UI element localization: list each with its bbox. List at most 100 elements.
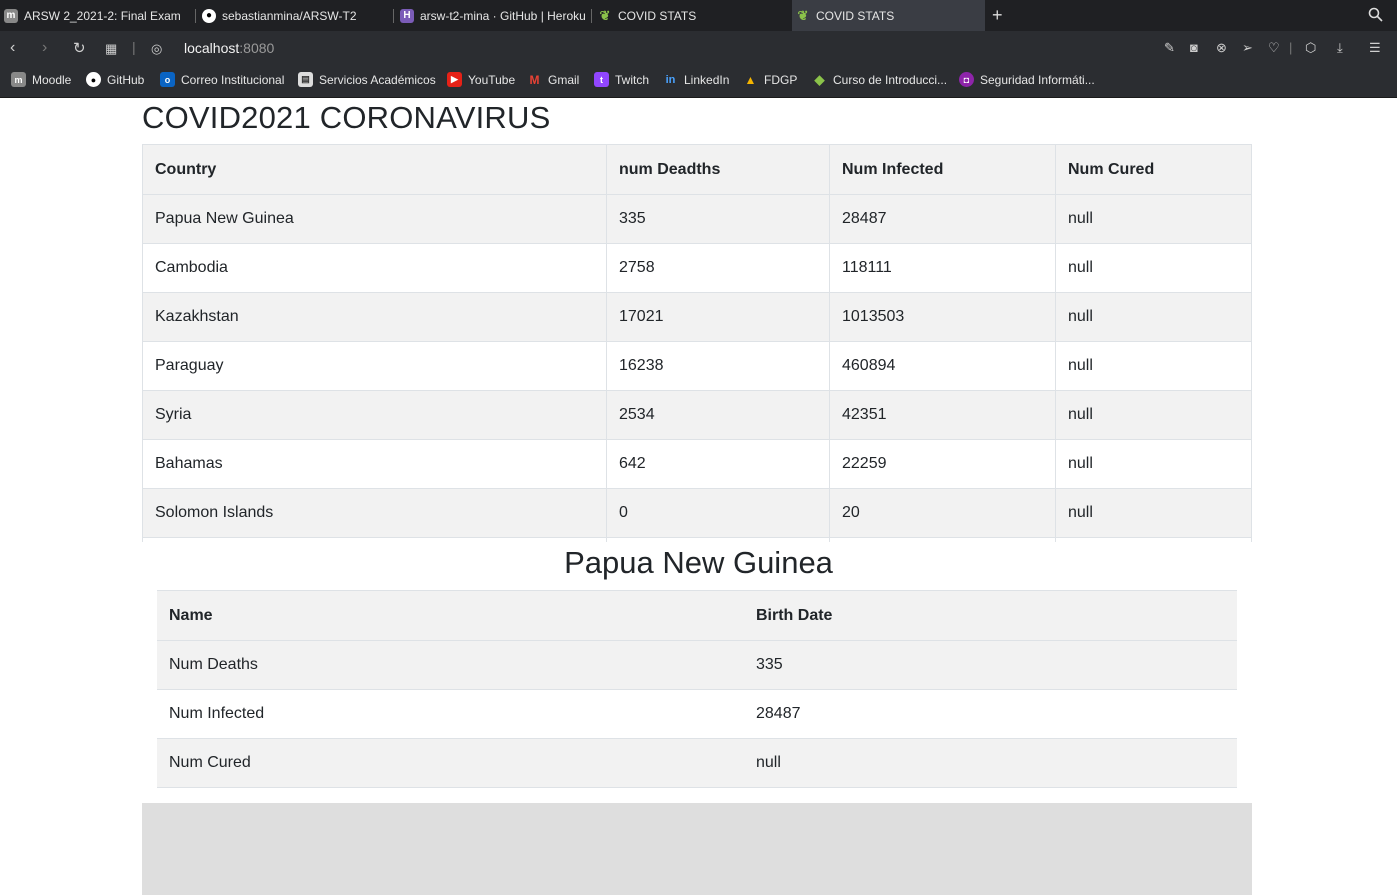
bookmark-gmail[interactable]: M Gmail: [527, 72, 580, 87]
table-row[interactable]: Solomon Islands 0 20 null: [142, 488, 1252, 538]
edit-icon[interactable]: ✎: [1164, 40, 1175, 56]
table-row[interactable]: [142, 537, 1252, 542]
bookmark-label: Gmail: [548, 72, 580, 87]
bookmark-fdgp[interactable]: ▲ FDGP: [743, 72, 798, 87]
table-row: Num Infected 28487: [157, 689, 1237, 739]
twitch-icon: t: [594, 72, 609, 87]
cell-deaths: 642: [606, 439, 830, 489]
cell-infected: 460894: [829, 341, 1056, 391]
address-bar[interactable]: localhost:8080: [184, 40, 274, 56]
cell-infected: 1013503: [829, 292, 1056, 342]
page-content: COVID2021 CORONAVIRUS Country num Deadth…: [0, 98, 1397, 895]
cell-cured: null: [1055, 439, 1252, 489]
bookmark-youtube[interactable]: ▶ YouTube: [447, 72, 515, 87]
column-header: Name: [157, 590, 744, 641]
new-tab-icon[interactable]: +: [992, 5, 1003, 26]
cell-country: Cambodia: [142, 243, 607, 293]
cell-country: Paraguay: [142, 341, 607, 391]
bookmark-moodle[interactable]: m Moodle: [11, 72, 71, 87]
spring-leaf-icon: ❦: [599, 7, 611, 23]
tab-heroku[interactable]: H arsw-t2-mina · GitHub | Heroku: [396, 0, 592, 31]
cell-value: 335: [744, 640, 1237, 690]
download-icon[interactable]: ⤓: [1337, 40, 1343, 56]
bookmark-label: Seguridad Informáti...: [980, 72, 1095, 87]
detail-table: Name Birth Date Num Deaths 335 Num Infec…: [157, 590, 1237, 788]
tab-label: sebastianmina/ARSW-T2: [222, 8, 357, 23]
heart-icon[interactable]: ♡: [1268, 40, 1280, 56]
shield-icon: ◘: [959, 72, 974, 87]
cell-infected: 118111: [829, 243, 1056, 293]
cube-icon[interactable]: ⬡: [1305, 40, 1316, 56]
cell-deaths: 0: [606, 488, 830, 538]
cell-cured: null: [1055, 243, 1252, 293]
cell-value: 28487: [744, 689, 1237, 739]
tab-covid-stats[interactable]: ❦ COVID STATS: [594, 0, 790, 31]
tab-final-exam[interactable]: m ARSW 2_2021-2: Final Exam: [0, 0, 196, 31]
cell-deaths: 17021: [606, 292, 830, 342]
tab-label: ARSW 2_2021-2: Final Exam: [24, 8, 181, 23]
cell-country: Kazakhstan: [142, 292, 607, 342]
bookmark-label: LinkedIn: [684, 72, 730, 87]
cell-country: Bahamas: [142, 439, 607, 489]
browser-chrome: m ARSW 2_2021-2: Final Exam ● sebastianm…: [0, 0, 1397, 98]
cell-deaths: 2534: [606, 390, 830, 440]
table-header-row: Country num Deadths Num Infected Num Cur…: [142, 144, 1252, 195]
youtube-icon: ▶: [447, 72, 462, 87]
table-row[interactable]: Bahamas 642 22259 null: [142, 439, 1252, 489]
diamond-icon: ◆: [814, 71, 825, 87]
bookmark-label: Curso de Introducci...: [833, 72, 948, 87]
bookmark-github[interactable]: ● GitHub: [86, 72, 144, 87]
moodle-icon: m: [11, 72, 26, 87]
moodle-icon: m: [4, 8, 18, 23]
cell-cured: null: [1055, 488, 1252, 538]
column-header: Num Infected: [829, 144, 1056, 195]
table-row[interactable]: Syria 2534 42351 null: [142, 390, 1252, 440]
cell-deaths: 335: [606, 194, 830, 244]
column-header: Birth Date: [744, 590, 1237, 641]
document-icon: ▤: [298, 72, 313, 87]
bookmark-linkedin[interactable]: in LinkedIn: [663, 72, 730, 87]
table-cell-empty: [142, 537, 607, 542]
globe-icon: ◎: [151, 41, 163, 56]
tiles-icon[interactable]: ▦: [105, 41, 117, 57]
table-cell-empty: [606, 537, 830, 542]
menu-icon[interactable]: ☰: [1369, 40, 1381, 56]
bookmark-twitch[interactable]: t Twitch: [594, 72, 649, 87]
table-row[interactable]: Papua New Guinea 335 28487 null: [142, 194, 1252, 244]
cell-deaths: 16238: [606, 341, 830, 391]
countries-table-scroll[interactable]: Country num Deadths Num Infected Num Cur…: [142, 144, 1252, 542]
github-icon: ●: [202, 8, 216, 23]
table-row[interactable]: Paraguay 16238 460894 null: [142, 341, 1252, 391]
block-icon[interactable]: ⊗: [1216, 40, 1227, 56]
bookmark-correo[interactable]: o Correo Institucional: [160, 72, 284, 87]
detail-table-container: Name Birth Date Num Deaths 335 Num Infec…: [157, 590, 1237, 788]
cell-value: null: [744, 738, 1237, 788]
tab-bar: m ARSW 2_2021-2: Final Exam ● sebastianm…: [0, 0, 1397, 31]
tab-github[interactable]: ● sebastianmina/ARSW-T2: [198, 0, 394, 31]
bookmark-label: Correo Institucional: [181, 72, 285, 87]
map-placeholder: [142, 803, 1252, 895]
back-icon[interactable]: ‹: [10, 39, 15, 57]
forward-icon[interactable]: ›: [42, 39, 47, 57]
page-title: COVID2021 CORONAVIRUS: [142, 100, 551, 135]
bookmark-label: Twitch: [615, 72, 650, 87]
bookmark-label: YouTube: [468, 72, 516, 87]
cell-country: Papua New Guinea: [142, 194, 607, 244]
tab-covid-stats-active[interactable]: ❦ COVID STATS: [792, 0, 985, 31]
reload-icon[interactable]: ↻: [73, 39, 86, 57]
detail-title: Papua New Guinea: [564, 545, 833, 580]
bookmark-servicios[interactable]: ▤ Servicios Académicos: [298, 72, 436, 87]
cell-infected: 42351: [829, 390, 1056, 440]
table-row[interactable]: Cambodia 2758 118111 null: [142, 243, 1252, 293]
drive-icon: ▲: [744, 72, 757, 87]
cell-country: Solomon Islands: [142, 488, 607, 538]
bookmark-label: GitHub: [107, 72, 145, 87]
cell-country: Syria: [142, 390, 607, 440]
bookmark-seguridad[interactable]: ◘ Seguridad Informáti...: [959, 72, 1095, 87]
bookmark-curso[interactable]: ◆ Curso de Introducci...: [812, 71, 948, 87]
cell-infected: 22259: [829, 439, 1056, 489]
camera-icon[interactable]: ◙: [1190, 40, 1198, 55]
send-icon[interactable]: ➢: [1242, 40, 1253, 56]
table-row[interactable]: Kazakhstan 17021 1013503 null: [142, 292, 1252, 342]
search-icon[interactable]: [1368, 7, 1383, 27]
